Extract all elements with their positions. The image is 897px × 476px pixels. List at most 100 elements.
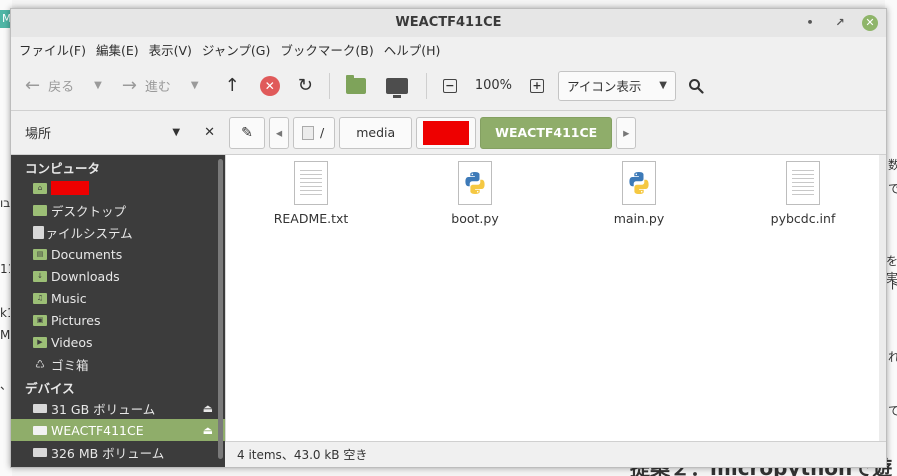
sidebar-close-icon[interactable]: ✕ xyxy=(204,125,215,140)
reload-button[interactable]: ↻ xyxy=(288,70,323,102)
sidebar-pane: 場所 ▼ ✕ コンピュータ ⌂ デスクトップ ファイルシステム ▤ Docume… xyxy=(11,111,225,467)
toggle-location-entry-button[interactable]: ✎ xyxy=(229,116,265,149)
zoom-out-button[interactable]: − xyxy=(435,70,465,102)
status-bar: 4 items、43.0 kB 空き xyxy=(225,441,886,467)
sidebar-item-31gb-volume[interactable]: 31 GB ボリューム ⏏ xyxy=(11,397,225,419)
menu-edit[interactable]: 編集(E) xyxy=(94,40,147,59)
pictures-folder-icon: ▣ xyxy=(33,314,47,326)
sidebar-item-label: Pictures xyxy=(51,312,101,328)
sidebar-item-downloads[interactable]: ↓ Downloads xyxy=(11,265,225,287)
menu-view[interactable]: 表示(V) xyxy=(147,40,200,59)
path-scroll-left-button[interactable]: ◂ xyxy=(269,116,289,149)
background-text-fragment: で xyxy=(888,182,897,196)
close-icon[interactable]: ✕ xyxy=(862,15,878,31)
drive-icon xyxy=(33,425,47,435)
eject-icon[interactable]: ⏏ xyxy=(203,424,213,437)
menu-go[interactable]: ジャンプ(G) xyxy=(200,40,278,59)
file-view-scrollbar[interactable] xyxy=(879,155,886,441)
zoom-level[interactable]: 100% xyxy=(465,70,522,102)
sidebar-title: 場所 xyxy=(25,127,52,142)
up-button[interactable]: ↑ xyxy=(213,70,252,102)
sidebar-type-dropdown-icon[interactable]: ▼ xyxy=(172,127,180,138)
sidebar-item-music[interactable]: ♫ Music xyxy=(11,287,225,309)
sidebar-item-documents[interactable]: ▤ Documents xyxy=(11,243,225,265)
python-file-icon xyxy=(458,161,492,205)
background-text-fragment: M xyxy=(0,328,11,342)
stop-button[interactable]: ✕ xyxy=(252,70,288,102)
sidebar-section-devices: デバイス xyxy=(25,381,75,396)
forward-history-dropdown-icon[interactable]: ▼ xyxy=(177,80,213,91)
redacted-home-label xyxy=(51,181,89,195)
sidebar-item-label: WEACTF411CE xyxy=(51,422,144,438)
forward-button[interactable]: → 進む xyxy=(116,70,177,102)
path-segment-media[interactable]: media xyxy=(339,116,413,149)
background-text-fragment: בו xyxy=(0,196,11,210)
computer-icon xyxy=(385,77,408,98)
trash-icon: ♺ xyxy=(35,357,45,371)
sidebar-scrollbar[interactable] xyxy=(218,159,223,459)
search-button[interactable] xyxy=(676,70,716,102)
drive-icon xyxy=(33,403,47,413)
sidebar-item-326mb-volume[interactable]: 326 MB ボリューム xyxy=(11,441,225,463)
content-area: 場所 ▼ ✕ コンピュータ ⌂ デスクトップ ファイルシステム ▤ Docume… xyxy=(11,111,886,467)
sidebar-item-trash[interactable]: ♺ ゴミ箱 xyxy=(11,353,225,375)
file-name: pybcdc.inf xyxy=(770,211,836,226)
back-label: 戻る xyxy=(48,80,75,95)
home-folder-button[interactable] xyxy=(336,70,376,102)
view-mode-select[interactable]: アイコン表示 ▼ xyxy=(557,70,676,101)
menu-bookmarks[interactable]: ブックマーク(B) xyxy=(278,40,381,59)
maximize-icon[interactable]: ↗ xyxy=(832,15,848,31)
hard-drive-icon xyxy=(302,125,314,140)
file-manager-window: WEACTF411CE • ↗ ✕ ファイル(F) 編集(E) 表示(V) ジャ… xyxy=(10,8,887,468)
main-pane: ✎ ◂ / media WEACTF411CE ▸ README.txt boo… xyxy=(225,111,886,467)
path-scroll-right-button[interactable]: ▸ xyxy=(616,116,637,149)
filesystem-icon xyxy=(33,225,44,239)
sidebar-item-desktop[interactable]: デスクトップ xyxy=(11,199,225,221)
search-icon xyxy=(688,78,704,94)
zoom-in-button[interactable]: + xyxy=(522,70,552,102)
sidebar-item-label: ゴミ箱 xyxy=(51,357,89,373)
sidebar-item-label: ファイルシステム xyxy=(33,225,133,241)
view-mode-value: アイコン表示 xyxy=(566,79,642,94)
computer-button[interactable] xyxy=(376,70,418,102)
sidebar-item-filesystem[interactable]: ファイルシステム xyxy=(11,221,225,243)
sidebar-item-pictures[interactable]: ▣ Pictures xyxy=(11,309,225,331)
background-text-fragment: 数 xyxy=(888,158,897,172)
redacted-path-segment xyxy=(423,120,470,145)
zoom-out-icon: − xyxy=(442,78,457,93)
path-segment-root[interactable]: / xyxy=(293,116,336,149)
sidebar-item-videos[interactable]: ▶ Videos xyxy=(11,331,225,353)
text-file-icon xyxy=(786,161,820,205)
title-bar[interactable]: WEACTF411CE • ↗ ✕ xyxy=(11,9,886,37)
window-controls: • ↗ ✕ xyxy=(802,15,878,31)
sidebar-item-home[interactable]: ⌂ xyxy=(11,177,225,199)
sidebar-item-label: Music xyxy=(51,290,87,306)
sidebar-item-weactf411ce[interactable]: WEACTF411CE ⏏ xyxy=(11,419,225,441)
eject-icon[interactable]: ⏏ xyxy=(203,402,213,415)
file-item[interactable]: boot.py xyxy=(420,161,530,226)
file-view[interactable]: README.txt boot.py main.py pybcdc.inf xyxy=(225,155,886,441)
back-button[interactable]: ← 戻る xyxy=(19,70,80,102)
file-item[interactable]: main.py xyxy=(584,161,694,226)
minimize-icon[interactable]: • xyxy=(802,15,818,31)
file-item[interactable]: pybcdc.inf xyxy=(748,161,858,226)
arrow-right-icon: → xyxy=(121,75,137,96)
toolbar-separator xyxy=(425,72,427,99)
downloads-folder-icon: ↓ xyxy=(33,270,47,282)
path-root-label: / xyxy=(320,125,325,140)
path-bar: ✎ ◂ / media WEACTF411CE ▸ xyxy=(225,111,886,155)
file-name: boot.py xyxy=(451,211,499,226)
menu-help[interactable]: ヘルプ(H) xyxy=(382,40,449,59)
forward-label: 進む xyxy=(144,80,171,95)
background-text-fragment: ト xyxy=(888,278,897,292)
arrow-left-icon: ← xyxy=(25,75,41,96)
path-segment-weactf411ce[interactable]: WEACTF411CE xyxy=(480,116,613,149)
sidebar-section-computer: コンピュータ xyxy=(25,161,101,176)
menu-file[interactable]: ファイル(F) xyxy=(17,40,94,59)
status-text: 4 items、43.0 kB 空き xyxy=(237,448,368,462)
sidebar-header: 場所 ▼ ✕ xyxy=(11,111,225,155)
file-item[interactable]: README.txt xyxy=(256,161,366,226)
back-history-dropdown-icon[interactable]: ▼ xyxy=(80,80,116,91)
path-segment-user[interactable] xyxy=(416,116,477,149)
chevron-left-icon: ◂ xyxy=(275,125,283,140)
